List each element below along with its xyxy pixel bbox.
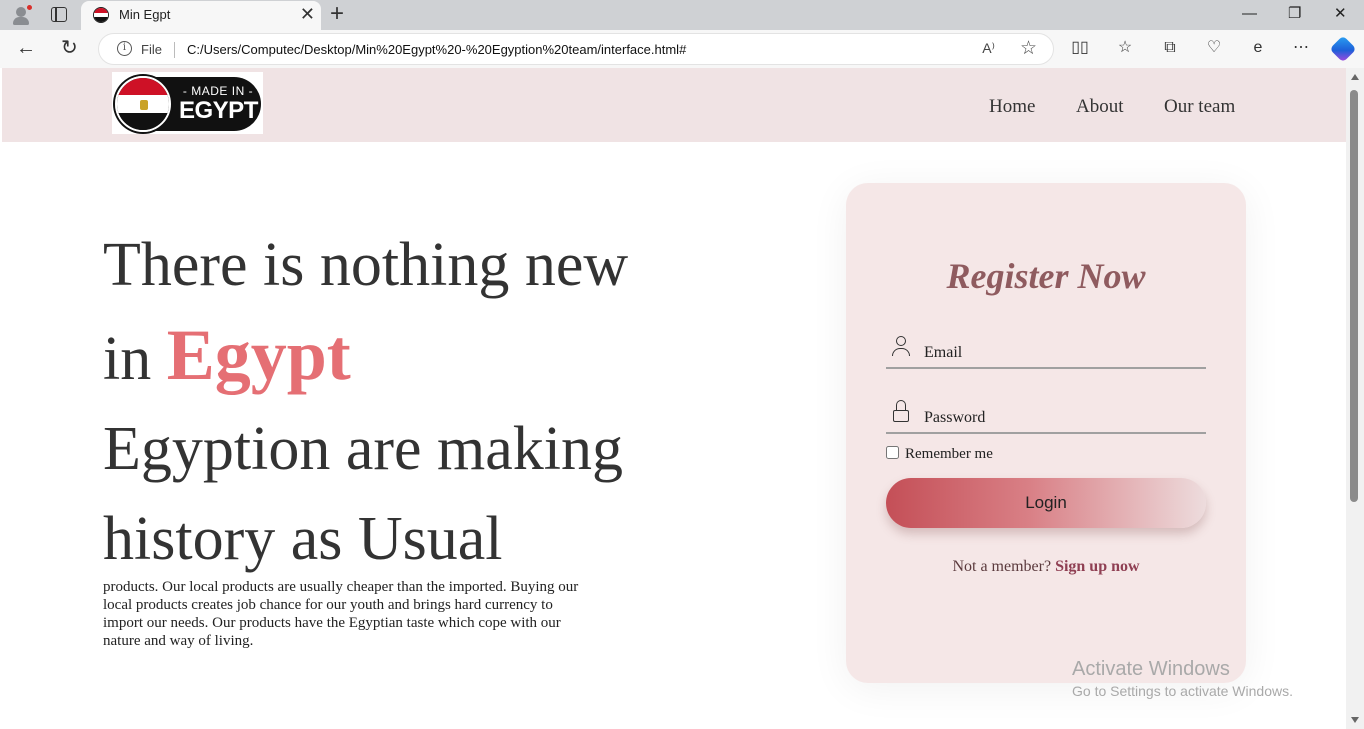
scroll-up-arrow-icon[interactable] [1351, 74, 1359, 80]
egypt-flag-favicon-icon [93, 7, 109, 23]
hero-line-3: Egyption are making [103, 415, 623, 483]
nav-our-team-link[interactable]: Our team [1164, 96, 1235, 118]
login-button[interactable]: Login [886, 478, 1206, 528]
egypt-flag-icon [115, 76, 171, 132]
site-info-icon[interactable]: i [117, 41, 132, 56]
reload-button[interactable]: ↻ [61, 37, 78, 59]
back-button[interactable]: ← [16, 37, 36, 59]
address-divider [174, 42, 175, 58]
hero-line-4: history as Usual [103, 505, 503, 573]
collections-icon[interactable]: ⧉ [1160, 38, 1180, 58]
page-scrollbar[interactable] [1346, 68, 1364, 729]
activate-windows-watermark: Activate Windows Go to Settings to activ… [1072, 657, 1293, 701]
address-toolbar: ← ↻ i File C:/Users/Computec/Desktop/Min… [0, 30, 1364, 68]
scheme-label: File [141, 42, 162, 57]
url-text[interactable]: C:/Users/Computec/Desktop/Min%20Egypt%20… [187, 42, 686, 57]
read-aloud-icon[interactable]: A⁾ [982, 40, 995, 57]
site-header: - MADE IN - EGYPT Home About Our team [2, 68, 1346, 142]
lock-icon [892, 400, 910, 424]
page-viewport: - MADE IN - EGYPT Home About Our team Th… [2, 68, 1346, 729]
browser-tab-strip: Min Egpt ✕ + — ❐ ✕ [0, 0, 1364, 30]
nav-home-link[interactable]: Home [989, 96, 1035, 118]
hero-line-2-prefix: in [103, 325, 167, 393]
made-in-egypt-logo[interactable]: - MADE IN - EGYPT [112, 72, 263, 134]
performance-icon[interactable]: ♡ [1204, 38, 1224, 58]
password-field[interactable] [886, 398, 1206, 434]
register-title: Register Now [946, 256, 1146, 296]
tab-title: Min Egpt [119, 7, 171, 22]
new-tab-button[interactable]: + [330, 1, 344, 27]
register-card: Register Now Remember me Login Not a mem… [846, 183, 1246, 683]
hero-accent-egypt: Egypt [166, 315, 351, 395]
activate-windows-title: Activate Windows [1072, 658, 1230, 680]
email-input[interactable] [924, 341, 1194, 365]
close-window-button[interactable]: ✕ [1334, 3, 1347, 25]
split-screen-icon[interactable]: ▯▯ [1070, 38, 1090, 58]
restore-button[interactable]: ❐ [1288, 3, 1301, 25]
favorite-star-icon[interactable]: ☆ [1020, 37, 1037, 60]
email-field[interactable] [886, 333, 1206, 369]
remember-me[interactable]: Remember me [886, 446, 993, 463]
scrollbar-thumb[interactable] [1350, 90, 1358, 502]
browser-tab[interactable]: Min Egpt ✕ [81, 1, 321, 30]
signup-prompt: Not a member? Sign up now [846, 558, 1246, 576]
profile-avatar-icon[interactable] [10, 4, 33, 26]
hero-line-2: in Egypt [103, 310, 703, 404]
activate-windows-subtitle: Go to Settings to activate Windows. [1072, 683, 1293, 699]
logo-made-in-text: - MADE IN - [182, 84, 254, 98]
more-icon[interactable]: ⋯ [1291, 38, 1311, 58]
remember-me-label: Remember me [905, 446, 993, 462]
hero-line-1: There is nothing new [103, 231, 629, 299]
signup-link[interactable]: Sign up now [1055, 558, 1140, 575]
hero-description: products. Our local products are usually… [103, 579, 579, 649]
address-bar[interactable]: i File C:/Users/Computec/Desktop/Min%20E… [98, 33, 1054, 65]
password-input[interactable] [924, 406, 1194, 430]
minimize-button[interactable]: — [1242, 3, 1257, 25]
scroll-down-arrow-icon[interactable] [1351, 717, 1359, 723]
tab-actions-icon[interactable] [51, 7, 67, 22]
close-tab-icon[interactable]: ✕ [300, 4, 315, 24]
nav-about-link[interactable]: About [1076, 96, 1124, 118]
hero-heading: There is nothing new in Egypt Egyption a… [103, 220, 703, 584]
signup-prefix: Not a member? [952, 558, 1056, 575]
remember-me-checkbox[interactable] [886, 446, 899, 459]
favorites-icon[interactable]: ☆ [1115, 38, 1135, 58]
user-icon [892, 335, 910, 359]
edge-bar-icon[interactable]: e [1248, 38, 1268, 58]
logo-egypt-text: EGYPT [179, 97, 258, 124]
